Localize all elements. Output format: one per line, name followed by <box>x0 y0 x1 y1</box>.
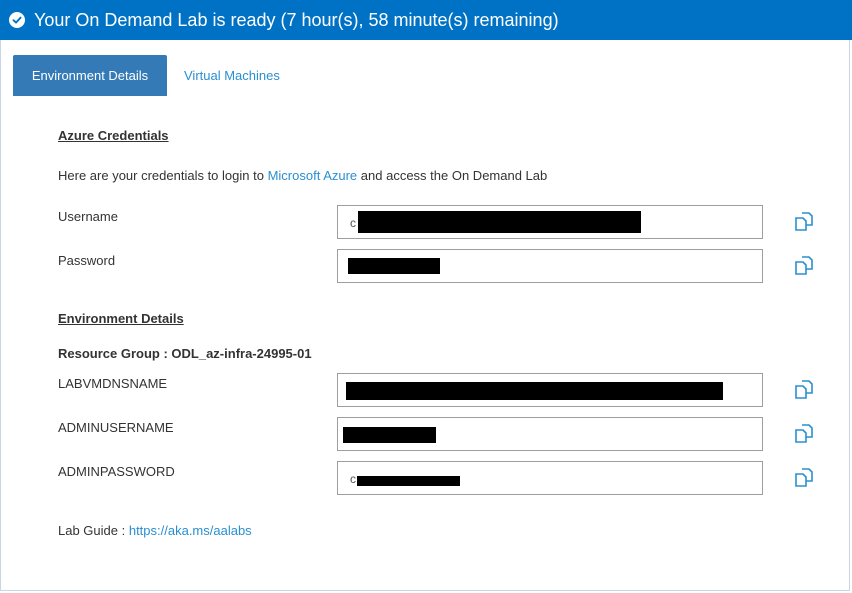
redaction-bar <box>357 476 460 486</box>
username-value: c <box>350 216 356 230</box>
adminpassword-label: ADMINPASSWORD <box>58 464 175 479</box>
environment-details-heading: Environment Details <box>58 311 184 326</box>
tab-environment-details[interactable]: Environment Details <box>13 55 167 96</box>
adminusername-field[interactable] <box>337 417 763 451</box>
adminpassword-value: c <box>350 472 356 486</box>
intro-prefix: Here are your credentials to login to <box>58 168 264 183</box>
copy-adminpassword-icon[interactable] <box>793 466 815 488</box>
labvmdnsname-field[interactable] <box>337 373 763 407</box>
password-label: Password <box>58 253 116 268</box>
lab-guide-label: Lab Guide : <box>58 523 126 538</box>
check-circle-icon <box>9 12 25 28</box>
copy-username-icon[interactable] <box>793 210 815 232</box>
username-label: Username <box>58 209 118 224</box>
copy-adminusername-icon[interactable] <box>793 422 815 444</box>
username-field[interactable]: c <box>337 205 763 239</box>
microsoft-azure-link[interactable]: Microsoft Azure <box>268 168 358 183</box>
intro-suffix: and access the On Demand Lab <box>360 168 548 183</box>
lab-guide-link[interactable]: https://aka.ms/aalabs <box>129 523 252 538</box>
credentials-intro: Here are your credentials to login to Mi… <box>58 168 547 183</box>
azure-credentials-heading: Azure Credentials <box>58 128 169 143</box>
redaction-bar <box>346 382 723 400</box>
redaction-bar <box>348 258 440 274</box>
lab-guide: Lab Guide : https://aka.ms/aalabs <box>58 523 252 538</box>
banner-text: Your On Demand Lab is ready (7 hour(s), … <box>34 9 559 30</box>
copy-password-icon[interactable] <box>793 254 815 276</box>
copy-labvmdnsname-icon[interactable] <box>793 378 815 400</box>
tab-bar: Environment Details Virtual Machines <box>13 55 297 96</box>
redaction-bar <box>343 427 436 443</box>
adminpassword-field[interactable]: c <box>337 461 763 495</box>
resource-group: Resource Group : ODL_az-infra-24995-01 <box>58 346 312 361</box>
adminusername-label: ADMINUSERNAME <box>58 420 174 435</box>
labvmdnsname-label: LABVMDNSNAME <box>58 376 168 391</box>
tab-virtual-machines[interactable]: Virtual Machines <box>167 55 297 96</box>
lab-ready-banner: Your On Demand Lab is ready (7 hour(s), … <box>0 0 852 40</box>
password-field[interactable] <box>337 249 763 283</box>
redaction-bar <box>358 211 641 233</box>
